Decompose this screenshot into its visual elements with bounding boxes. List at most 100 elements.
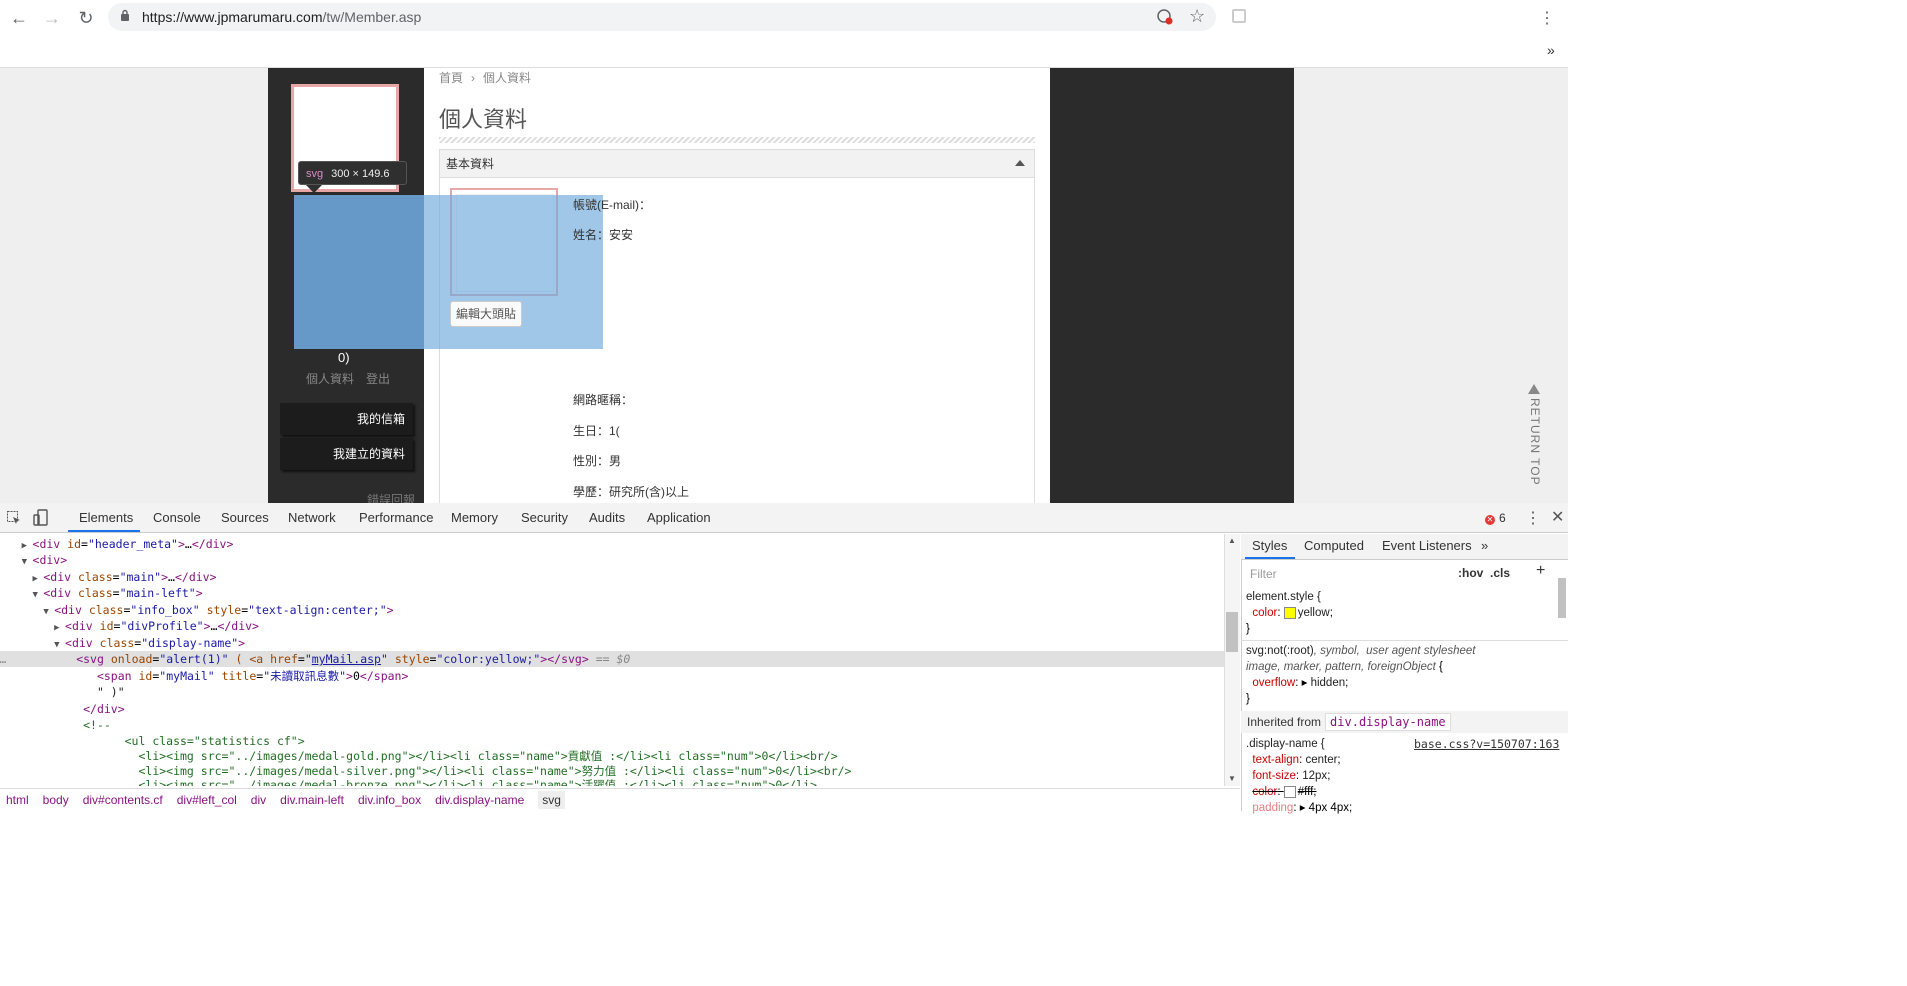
dom-node[interactable]: <li><img src="../images/medal-bronze.png… (0, 777, 1224, 786)
inherited-from-label: Inherited from (1247, 715, 1322, 729)
breadcrumb-current: 個人資料 (483, 71, 532, 85)
page-title: 個人資料 (439, 107, 528, 132)
new-style-rule-icon[interactable]: + (1536, 562, 1545, 580)
dom-node[interactable]: ▼ <div> (0, 552, 1224, 568)
crumb-div[interactable]: div (251, 793, 266, 807)
dom-node[interactable]: <span id="myMail" title="未讀取訊息數">0</span… (0, 668, 1224, 684)
menu-my-created-data[interactable]: 我建立的資料 (280, 438, 413, 470)
sidebar-links: 個人資料 登出 (306, 370, 402, 387)
dom-node[interactable]: ▼ <div class="main-left"> (0, 585, 1224, 601)
color-swatch-yellow[interactable] (1283, 606, 1296, 619)
url-host: https://www.jpmarumaru.com (142, 9, 323, 25)
field-name: 姓名：安安 (573, 228, 634, 242)
rule-divider (1241, 640, 1568, 641)
tab-sources[interactable]: Sources (221, 510, 269, 525)
crumb-body[interactable]: body (43, 793, 69, 807)
crumb-left-col[interactable]: div#left_col (177, 793, 237, 807)
reload-icon[interactable]: ↻ (74, 6, 98, 30)
url-text[interactable]: https://www.jpmarumaru.com/tw/Member.asp (142, 9, 421, 25)
crumb-display-name[interactable]: div.display-name (435, 793, 524, 807)
edit-avatar-button[interactable]: 編輯大頭貼 (450, 301, 522, 327)
device-toolbar-icon[interactable] (33, 509, 49, 527)
collapse-caret-icon[interactable] (1015, 160, 1025, 166)
title-divider (439, 137, 1035, 143)
link-profile[interactable]: 個人資料 (306, 372, 354, 386)
scroll-up-icon[interactable]: ▲ (1228, 536, 1236, 545)
forward-icon[interactable]: → (40, 6, 64, 30)
bookmark-star-icon[interactable]: ☆ (1189, 6, 1205, 27)
color-swatch-white[interactable] (1283, 785, 1296, 798)
close-devtools-icon[interactable]: ✕ (1551, 507, 1564, 527)
field-account: 帳號(E-mail)： (573, 198, 651, 212)
dom-node[interactable]: ▶ <div class="main">…</div> (0, 569, 1224, 585)
tab-styles[interactable]: Styles (1252, 538, 1287, 553)
tooltip-arrow (306, 185, 322, 193)
url-path: /tw/Member.asp (322, 9, 422, 25)
dom-tree[interactable]: ▶ <div id="header_meta">…</div> ▼ <div> … (0, 534, 1224, 786)
error-counter[interactable]: ✕ 6 (1485, 511, 1506, 525)
tab-computed[interactable]: Computed (1304, 538, 1364, 553)
inspect-tooltip: svg 300 × 149.6 (298, 161, 407, 185)
return-top-button[interactable]: RETURN TOP (1528, 384, 1544, 486)
bookmarks-bar (0, 36, 1568, 68)
scrollbar-thumb[interactable] (1226, 612, 1238, 652)
tab-security[interactable]: Security (521, 510, 568, 525)
dom-node[interactable]: <!-- (0, 717, 1224, 733)
menu-my-mailbox[interactable]: 我的信箱 (280, 403, 413, 435)
scroll-down-icon[interactable]: ▼ (1228, 774, 1236, 783)
devtools-menu-icon[interactable]: ⋮ (1525, 508, 1541, 528)
tab-application[interactable]: Application (647, 510, 711, 525)
display-count: 0) (338, 350, 350, 365)
field-birthday: 生日：1( (573, 424, 620, 438)
more-tabs-icon[interactable]: » (1481, 538, 1488, 553)
translate-icon[interactable] (1157, 9, 1173, 25)
up-arrow-icon (1528, 384, 1540, 394)
tooltip-dimensions: 300 × 149.6 (331, 168, 390, 180)
tab-elements[interactable]: Elements (79, 510, 133, 525)
bookmarks-overflow-icon[interactable]: » (1547, 42, 1555, 58)
styles-filter-input[interactable]: Filter (1246, 564, 1446, 584)
crumb-info-box[interactable]: div.info_box (358, 793, 421, 807)
breadcrumb-home[interactable]: 首頁 (439, 71, 463, 85)
extension-icon[interactable] (1232, 9, 1246, 23)
cls-toggle[interactable]: .cls (1490, 566, 1510, 580)
dom-node[interactable]: ▼ <div class="display-name"> (0, 635, 1224, 651)
rule-element-style[interactable]: element.style { color: yellow; } (1246, 589, 1564, 637)
rule-user-agent[interactable]: svg:not(:root), symbol, user agent style… (1246, 643, 1564, 707)
crumb-html[interactable]: html (6, 793, 29, 807)
crumb-contents[interactable]: div#contents.cf (83, 793, 163, 807)
dom-node[interactable]: " )" (0, 684, 1224, 700)
inspect-highlight-overlay-2 (294, 195, 603, 349)
tab-network[interactable]: Network (288, 510, 336, 525)
menu-dots-icon[interactable]: ⋮ (1539, 8, 1555, 28)
inherited-tag[interactable]: div.display-name (1325, 713, 1451, 731)
crumb-main-left[interactable]: div.main-left (280, 793, 344, 807)
breadcrumb: 首頁 › 個人資料 (439, 69, 531, 86)
tab-audits[interactable]: Audits (589, 510, 625, 525)
right-dark-area (1050, 68, 1294, 503)
lock-icon (121, 9, 129, 21)
tab-memory[interactable]: Memory (451, 510, 498, 525)
dom-node[interactable]: ▶ <div id="header_meta">…</div> (0, 536, 1224, 552)
tab-event-listeners[interactable]: Event Listeners (1382, 538, 1472, 553)
styles-scrollbar-thumb[interactable] (1558, 578, 1566, 618)
dom-node[interactable]: </div> (0, 701, 1224, 717)
inspect-element-icon[interactable] (6, 510, 22, 526)
active-tab-indicator (68, 530, 140, 532)
hov-toggle[interactable]: :hov (1458, 566, 1483, 580)
crumb-svg[interactable]: svg (538, 791, 565, 809)
field-gender: 性別：男 (573, 454, 622, 468)
tab-performance[interactable]: Performance (359, 510, 433, 525)
panel-header[interactable]: 基本資料 (440, 150, 1034, 178)
tab-console[interactable]: Console (153, 510, 201, 525)
link-logout[interactable]: 登出 (366, 372, 390, 386)
dom-tree-scrollbar[interactable] (1224, 534, 1240, 786)
source-link[interactable]: base.css?v=150707:163 (1414, 737, 1559, 751)
dom-node[interactable]: <ul class="statistics cf"> (0, 733, 1224, 749)
hov-cls-toggles[interactable]: :hov .cls (1458, 566, 1510, 580)
dom-node-selected[interactable]: … <svg onload="alert(1)" ( <a href="myMa… (0, 651, 1224, 667)
dom-node[interactable]: <li><img src="../images/medal-gold.png">… (0, 748, 1224, 764)
dom-node[interactable]: ▼ <div class="info_box" style="text-alig… (0, 602, 1224, 618)
dom-node[interactable]: ▶ <div id="divProfile">…</div> (0, 618, 1224, 634)
back-icon[interactable]: ← (7, 6, 31, 30)
